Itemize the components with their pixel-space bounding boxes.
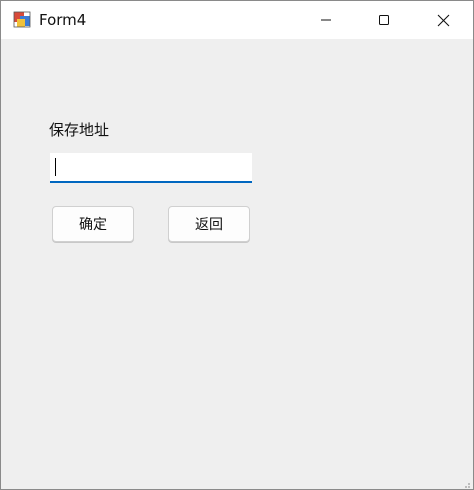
ok-button[interactable]: 确定 — [52, 206, 134, 242]
maximize-icon — [379, 15, 389, 25]
save-path-textbox[interactable] — [50, 153, 252, 183]
close-button[interactable] — [414, 1, 472, 39]
save-path-input[interactable] — [50, 153, 252, 181]
minimize-button[interactable] — [297, 1, 355, 39]
back-button[interactable]: 返回 — [168, 206, 250, 242]
form4-window: Form4 保存地址 确定 返回 — [0, 0, 474, 490]
title-bar[interactable]: Form4 — [1, 1, 473, 39]
save-path-label: 保存地址 — [49, 121, 110, 139]
minimize-icon — [321, 19, 331, 21]
text-caret — [55, 158, 56, 176]
resize-grip-icon[interactable] — [461, 477, 471, 488]
app-icon — [13, 11, 31, 29]
maximize-button[interactable] — [355, 1, 413, 39]
window-title: Form4 — [39, 11, 87, 29]
form-client-area: 保存地址 确定 返回 — [1, 39, 473, 489]
close-icon — [437, 14, 449, 26]
